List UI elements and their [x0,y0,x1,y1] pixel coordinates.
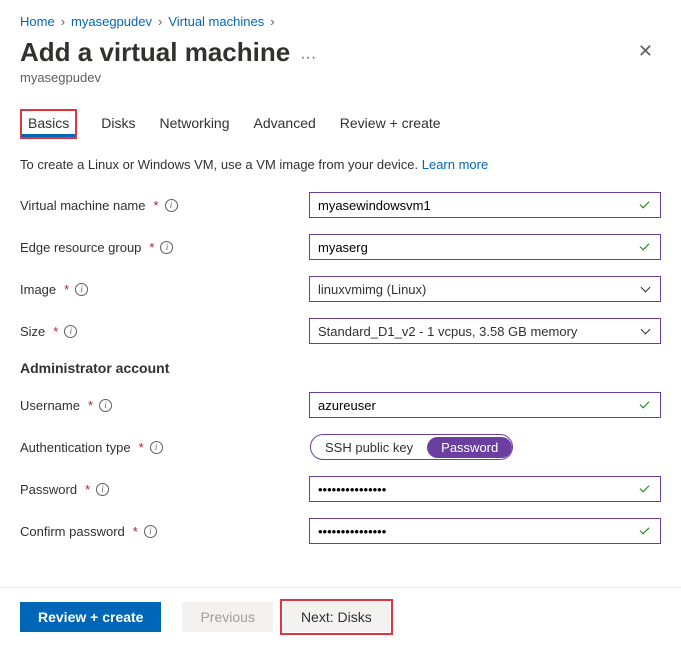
required-star-icon: * [88,398,93,413]
size-label: Size [20,324,45,339]
confirm-password-input[interactable] [309,518,661,544]
tab-disks[interactable]: Disks [101,109,135,139]
confirm-password-label: Confirm password [20,524,125,539]
erg-label: Edge resource group [20,240,141,255]
info-icon[interactable]: i [96,483,109,496]
info-icon[interactable]: i [165,199,178,212]
vmname-input[interactable] [309,192,661,218]
password-label: Password [20,482,77,497]
authtype-toggle: SSH public key Password [310,434,513,460]
breadcrumb-resource[interactable]: myasegpudev [71,14,152,29]
learn-more-link[interactable]: Learn more [422,157,488,172]
info-icon[interactable]: i [99,399,112,412]
chevron-right-icon: › [61,14,65,29]
page-subtitle: myasegpudev [20,70,316,85]
more-actions-icon[interactable]: ··· [300,41,316,67]
footer: Review + create Previous Next: Disks [0,587,681,646]
info-icon[interactable]: i [75,283,88,296]
required-star-icon: * [133,524,138,539]
tab-basics[interactable]: Basics [20,109,77,139]
authtype-label: Authentication type [20,440,131,455]
required-star-icon: * [85,482,90,497]
vmname-label: Virtual machine name [20,198,146,213]
close-icon[interactable]: ✕ [630,37,661,66]
chevron-right-icon: › [158,14,162,29]
previous-button[interactable]: Previous [182,602,272,632]
required-star-icon: * [139,440,144,455]
checkmark-icon [639,398,653,412]
next-button[interactable]: Next: Disks [283,602,390,632]
tab-review[interactable]: Review + create [340,109,441,139]
chevron-down-icon [641,326,651,336]
tab-advanced[interactable]: Advanced [254,109,316,139]
authtype-password[interactable]: Password [427,437,512,458]
checkmark-icon [639,482,653,496]
required-star-icon: * [64,282,69,297]
username-input[interactable] [309,392,661,418]
review-create-button[interactable]: Review + create [20,602,161,632]
breadcrumb: Home › myasegpudev › Virtual machines › [20,10,661,37]
chevron-down-icon [641,284,651,294]
tabs: Basics Disks Networking Advanced Review … [20,109,661,139]
image-select[interactable]: linuxvmimg (Linux) [309,276,661,302]
chevron-right-icon: › [270,14,274,29]
breadcrumb-section[interactable]: Virtual machines [168,14,264,29]
info-icon[interactable]: i [144,525,157,538]
info-icon[interactable]: i [64,325,77,338]
checkmark-icon [639,524,653,538]
authtype-ssh[interactable]: SSH public key [311,437,427,458]
info-icon[interactable]: i [150,441,163,454]
required-star-icon: * [149,240,154,255]
admin-section-heading: Administrator account [20,360,661,376]
checkmark-icon [639,198,653,212]
size-select[interactable]: Standard_D1_v2 - 1 vcpus, 3.58 GB memory [309,318,661,344]
password-input[interactable] [309,476,661,502]
tab-networking[interactable]: Networking [159,109,229,139]
info-icon[interactable]: i [160,241,173,254]
image-label: Image [20,282,56,297]
page-title: Add a virtual machine [20,37,290,68]
erg-input[interactable] [309,234,661,260]
required-star-icon: * [154,198,159,213]
checkmark-icon [639,240,653,254]
help-text: To create a Linux or Windows VM, use a V… [20,157,661,172]
required-star-icon: * [53,324,58,339]
username-label: Username [20,398,80,413]
breadcrumb-home[interactable]: Home [20,14,55,29]
